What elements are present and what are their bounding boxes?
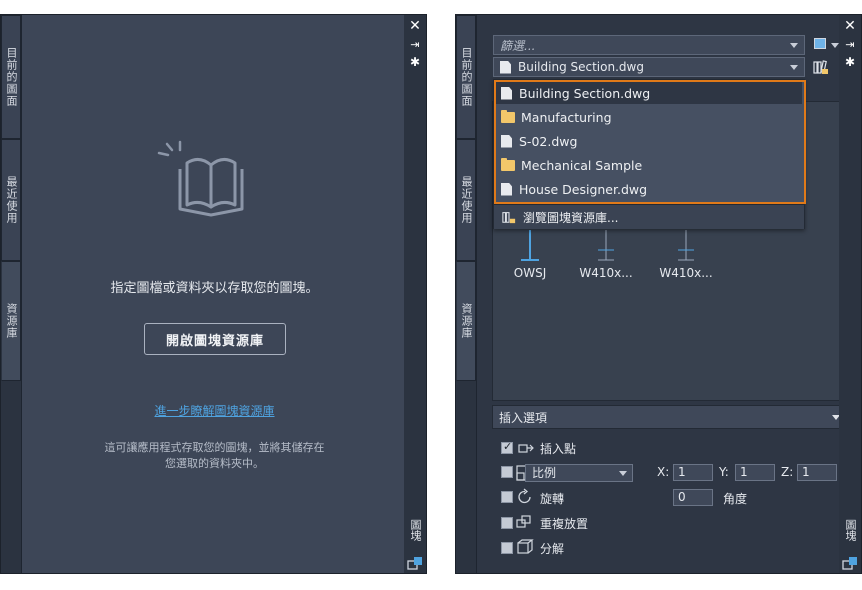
block-label: W410x...	[659, 266, 713, 280]
tab-current-drawing[interactable]: 目前的圖面	[456, 15, 476, 139]
tab-recent[interactable]: 最近使用	[456, 139, 476, 261]
file-icon	[501, 86, 512, 100]
tab-recent[interactable]: 最近使用	[1, 139, 21, 261]
block-thumbnail-owsj[interactable]	[515, 230, 545, 262]
library-content: 篩選... Building Section.dwg OWSJ W410x...…	[476, 15, 849, 573]
blocks-icon	[842, 557, 857, 570]
blocks-palette-empty: 目前的圖面 最近使用 資源庫 指定圖檔或資料夾以存取您的圖塊。 開啟圖塊資源庫 …	[0, 14, 427, 574]
angle-label: 角度	[723, 492, 748, 506]
book-icon	[157, 140, 244, 217]
gear-icon[interactable]: ✱	[408, 55, 422, 69]
library-dropdown-list: Building Section.dwg Manufacturing S-02.…	[493, 79, 806, 229]
library-file-combo[interactable]: Building Section.dwg	[493, 57, 805, 77]
gear-icon[interactable]: ✱	[843, 55, 857, 69]
dropdown-item[interactable]: Manufacturing	[501, 106, 612, 128]
block-label: W410x...	[579, 266, 633, 280]
block-label: OWSJ	[513, 266, 547, 280]
chevron-down-icon	[790, 43, 798, 48]
block-thumbnail-w410-1[interactable]	[591, 230, 621, 262]
rotation-angle-input[interactable]: 0	[673, 489, 713, 506]
open-block-library-button[interactable]: 開啟圖塊資源庫	[144, 323, 286, 355]
scale-x-input[interactable]: 1	[673, 464, 713, 481]
palette-title: 圖塊	[844, 519, 857, 541]
blocks-icon	[407, 557, 422, 570]
thumbnail-view-icon[interactable]	[814, 38, 826, 49]
browse-library-icon[interactable]	[813, 59, 829, 75]
repeat-placement-icon	[516, 515, 531, 528]
tab-current-drawing[interactable]: 目前的圖面	[1, 15, 21, 139]
rotate-checkbox[interactable]	[501, 491, 513, 503]
palette-title: 圖塊	[409, 519, 422, 541]
scale-z-input[interactable]: 1	[797, 464, 837, 481]
browse-library-icon	[502, 212, 516, 224]
dropdown-item[interactable]: Building Section.dwg	[496, 82, 802, 104]
folder-icon	[501, 109, 515, 123]
file-icon	[501, 134, 512, 148]
explode-checkbox[interactable]	[501, 542, 513, 554]
view-chevron-icon[interactable]	[831, 43, 839, 48]
file-icon	[501, 182, 512, 196]
chevron-down-icon	[619, 471, 627, 476]
chevron-down-icon	[790, 65, 798, 70]
explode-label: 分解	[540, 542, 565, 556]
insert-point-label: 插入點	[540, 442, 577, 456]
pin-icon[interactable]: ⇥	[408, 38, 422, 52]
insertion-point-icon	[518, 444, 534, 453]
browse-block-library-item[interactable]: 瀏覽圖塊資源庫...	[494, 204, 804, 229]
filter-combo[interactable]: 篩選...	[493, 35, 805, 55]
folder-icon	[501, 157, 515, 171]
scale-y-input[interactable]: 1	[735, 464, 775, 481]
title-strip: ✕ ⇥ ✱ 圖塊	[404, 15, 426, 573]
scale-checkbox[interactable]	[501, 466, 513, 478]
block-thumbnail-w410-2[interactable]	[671, 230, 701, 262]
library-content: 指定圖檔或資料夾以存取您的圖塊。 開啟圖塊資源庫 進一步瞭解圖塊資源庫 這可讓應…	[21, 15, 406, 573]
dropdown-item[interactable]: House Designer.dwg	[501, 178, 647, 200]
scale-mode-combo[interactable]: 比例	[525, 464, 633, 482]
dropdown-item[interactable]: S-02.dwg	[501, 130, 577, 152]
library-hint: 指定圖檔或資料夾以存取您的圖塊。	[110, 281, 319, 296]
file-icon	[500, 60, 511, 74]
repeat-placement-label: 重複放置	[540, 517, 589, 531]
close-icon[interactable]: ✕	[843, 19, 857, 33]
blocks-palette-library: 目前的圖面 最近使用 資源庫 篩選... Building Section.dw…	[455, 14, 862, 574]
title-strip: ✕ ⇥ ✱ 圖塊	[839, 15, 861, 573]
dropdown-item[interactable]: Mechanical Sample	[501, 154, 642, 176]
pin-icon[interactable]: ⇥	[843, 38, 857, 52]
insert-options-header[interactable]: 插入選項	[492, 405, 849, 429]
rotate-icon	[518, 488, 531, 504]
insert-point-checkbox[interactable]	[501, 440, 513, 454]
close-icon[interactable]: ✕	[408, 19, 422, 33]
repeat-placement-checkbox[interactable]	[501, 517, 513, 529]
tab-library[interactable]: 資源庫	[456, 261, 476, 381]
explode-icon	[517, 539, 534, 554]
library-description: 這可讓應用程式存取您的圖塊，並將其儲存在 您選取的資料夾中。	[104, 441, 325, 470]
rotate-label: 旋轉	[540, 492, 565, 506]
y-label: Y:	[719, 465, 729, 479]
learn-more-link[interactable]: 進一步瞭解圖塊資源庫	[22, 402, 407, 419]
tab-library[interactable]: 資源庫	[1, 261, 21, 381]
z-label: Z:	[781, 465, 794, 479]
x-label: X:	[657, 465, 670, 479]
